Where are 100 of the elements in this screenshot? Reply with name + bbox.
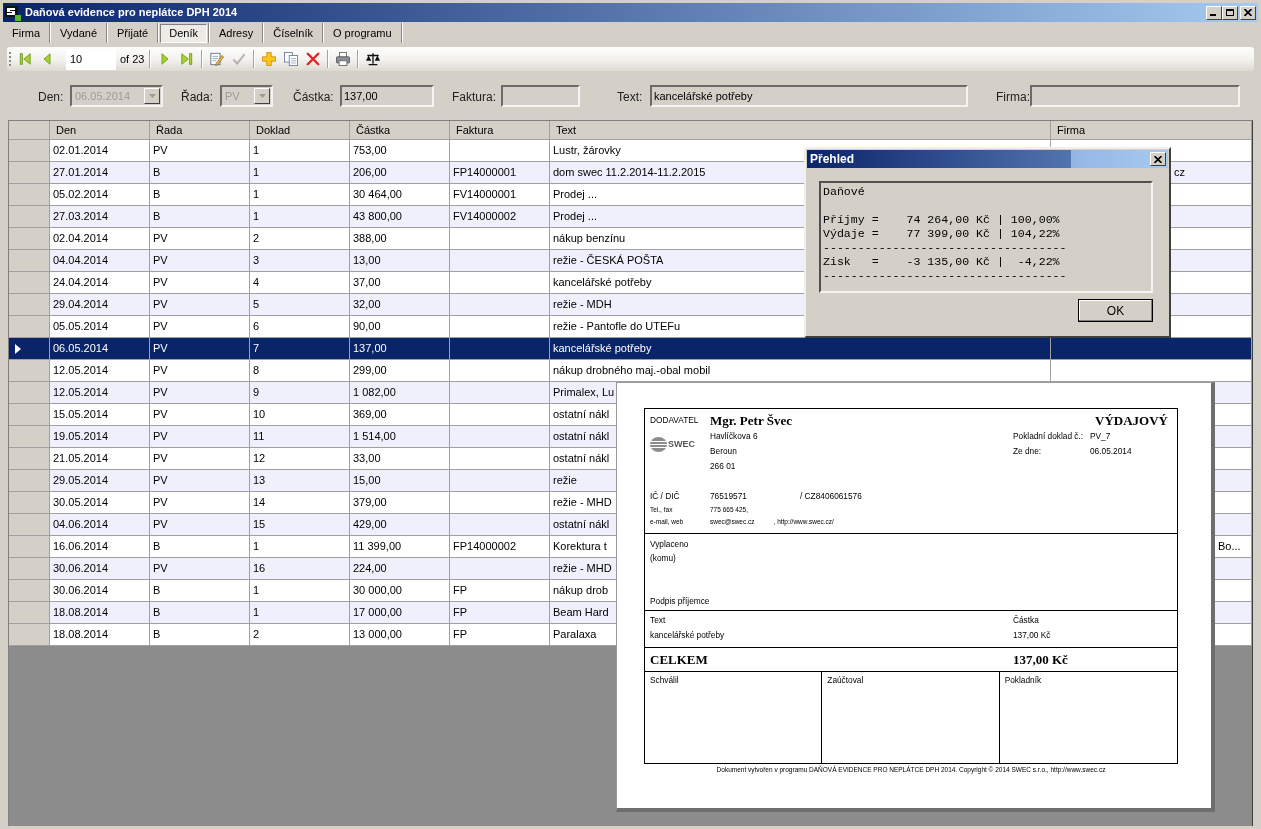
- table-cell-text: 9: [253, 385, 260, 401]
- table-cell-text: Lustr, žárovky: [553, 143, 621, 159]
- table-cell-text: 14: [253, 495, 266, 511]
- table-cell-text: FV14000001: [453, 187, 516, 203]
- table-cell-text: B: [153, 165, 161, 181]
- table-cell-text: Bo...: [1218, 539, 1241, 555]
- table-cell-text: 15: [253, 517, 266, 533]
- table-cell-text: 02.04.2014: [53, 231, 109, 247]
- table-cell-text: 11 399,00: [353, 539, 402, 555]
- table-cell-text: Beam Hard: [553, 605, 609, 621]
- table-cell-text: 37,00: [353, 275, 381, 291]
- table-cell-text: 1: [253, 209, 260, 225]
- table-cell-text: 5: [253, 297, 260, 313]
- table-cell-text: PV: [153, 143, 168, 159]
- table-cell-text: 15,00: [353, 473, 381, 489]
- table-cell-text: Paralaxa: [553, 627, 597, 643]
- table-cell-text: 18.08.2014: [53, 627, 109, 643]
- signature-label: Podpis příjemce: [650, 596, 710, 607]
- table-cell-text: PV: [153, 363, 168, 379]
- table-cell-text: 369,00: [353, 407, 387, 423]
- table-cell-text: 24.04.2014: [53, 275, 109, 291]
- table-cell-text: kancelářské potřeby: [553, 341, 652, 357]
- table-cell-text: 388,00: [353, 231, 387, 247]
- table-cell-text: 16.06.2014: [53, 539, 109, 555]
- table-cell-text: PV: [153, 407, 168, 423]
- table-cell-text: B: [153, 209, 161, 225]
- table-cell-text: 6: [253, 319, 260, 335]
- table-cell-text: režie: [553, 473, 577, 489]
- table-cell-text: 12.05.2014: [53, 363, 109, 379]
- summary-line: Zisk = -3 135,00 Kč | -4,22%: [823, 255, 1060, 269]
- table-cell-text: 13: [253, 473, 266, 489]
- table-cell-text: 3: [253, 253, 260, 269]
- table-cell-text: PV: [153, 561, 168, 577]
- table-cell-text: 30 000,00: [353, 583, 402, 599]
- table-cell-text: Prodej ...: [553, 209, 598, 225]
- table-cell-text: B: [153, 539, 161, 555]
- table-cell-text: nákup drob: [553, 583, 609, 599]
- table-cell-text: 30.06.2014: [53, 561, 109, 577]
- table-cell-text: 1: [253, 539, 260, 555]
- field-label: IČ / DIČ: [650, 490, 680, 502]
- table-cell-text: 29.04.2014: [53, 297, 109, 313]
- total-amount: 137,00 Kč: [1013, 652, 1068, 667]
- field-label: Pokladní doklad č.:: [1013, 431, 1084, 442]
- table-cell-text: PV: [153, 341, 168, 357]
- table-cell-text: 27.03.2014: [53, 209, 109, 225]
- field-value: 06.05.2014: [1090, 446, 1132, 457]
- table-cell-text: 17 000,00: [353, 605, 402, 621]
- table-cell-text: 4: [253, 275, 260, 291]
- table-cell-text: 27.01.2014: [53, 165, 109, 181]
- document-title: VÝDAJOVÝ: [1095, 413, 1168, 428]
- table-cell-text: cz: [1174, 165, 1185, 181]
- table-cell-text: 13,00: [353, 253, 381, 269]
- table-cell-text: 1 514,00: [353, 429, 396, 445]
- address-line: Beroun: [710, 446, 737, 457]
- total-label: CELKEM: [650, 652, 708, 667]
- signature-label: Schválil: [650, 675, 679, 686]
- table-cell-text: PV: [153, 451, 168, 467]
- table-cell-text: 13 000,00: [353, 627, 402, 643]
- table-cell-text: PV: [153, 253, 168, 269]
- field-label: Firma:: [996, 90, 1030, 104]
- field-label: Faktura:: [452, 90, 496, 104]
- table-cell-text: 15.05.2014: [53, 407, 109, 423]
- summary-line: Příjmy = 74 264,00 Kč | 100,00%: [823, 213, 1060, 227]
- table-cell-text: PV: [153, 429, 168, 445]
- table-cell-text: FV14000002: [453, 209, 516, 225]
- window-title: Daňová evidence pro neplátce DPH 2014: [25, 5, 238, 21]
- table-cell-text: 29.05.2014: [53, 473, 109, 489]
- table-cell-text: 1 082,00: [353, 385, 396, 401]
- table-cell-text: FP: [453, 583, 468, 599]
- table-cell-text: 05.05.2014: [53, 319, 109, 335]
- signature-label: Pokladník: [1004, 675, 1042, 686]
- paid-to-label: Vyplaceno (komu): [650, 538, 689, 565]
- table-cell-text: 206,00: [353, 165, 387, 181]
- table-cell-text: režie - MHD: [553, 495, 612, 511]
- record-count: of 23: [120, 51, 145, 67]
- table-cell-text: 7: [253, 341, 260, 357]
- table-cell-text: Prodej ...: [553, 187, 598, 203]
- field-value: PV_7: [1090, 431, 1111, 442]
- table-cell-text: PV: [153, 473, 168, 489]
- table-cell-text: FP: [453, 605, 468, 621]
- table-cell-text: režie - MDH: [553, 297, 612, 313]
- table-cell-text: 16: [253, 561, 266, 577]
- table-cell-text: PV: [153, 275, 168, 291]
- table-cell-text: režie - ČESKÁ POŠTA: [553, 253, 664, 269]
- table-cell-text: PV: [153, 495, 168, 511]
- table-cell-text: 04.06.2014: [53, 517, 109, 533]
- supplier-label: DODAVATEL: [650, 415, 699, 426]
- table-cell-text: 8: [253, 363, 260, 379]
- table-cell-text: 137,00: [353, 341, 387, 357]
- table-cell-text: PV: [153, 319, 168, 335]
- summary-line: -----------------------------------: [823, 269, 1067, 283]
- table-cell-text: B: [153, 627, 161, 643]
- field-value: / CZ8406061576: [800, 490, 862, 502]
- table-cell-text: 32,00: [353, 297, 381, 313]
- summary-heading: Daňové: [823, 185, 865, 199]
- table-cell-text: 90,00: [353, 319, 381, 335]
- table-cell-text: ostatní nákl: [553, 407, 610, 423]
- table-cell-text: 224,00: [353, 561, 387, 577]
- table-cell-text: 299,00: [353, 363, 387, 379]
- table-cell-text: 429,00: [353, 517, 387, 533]
